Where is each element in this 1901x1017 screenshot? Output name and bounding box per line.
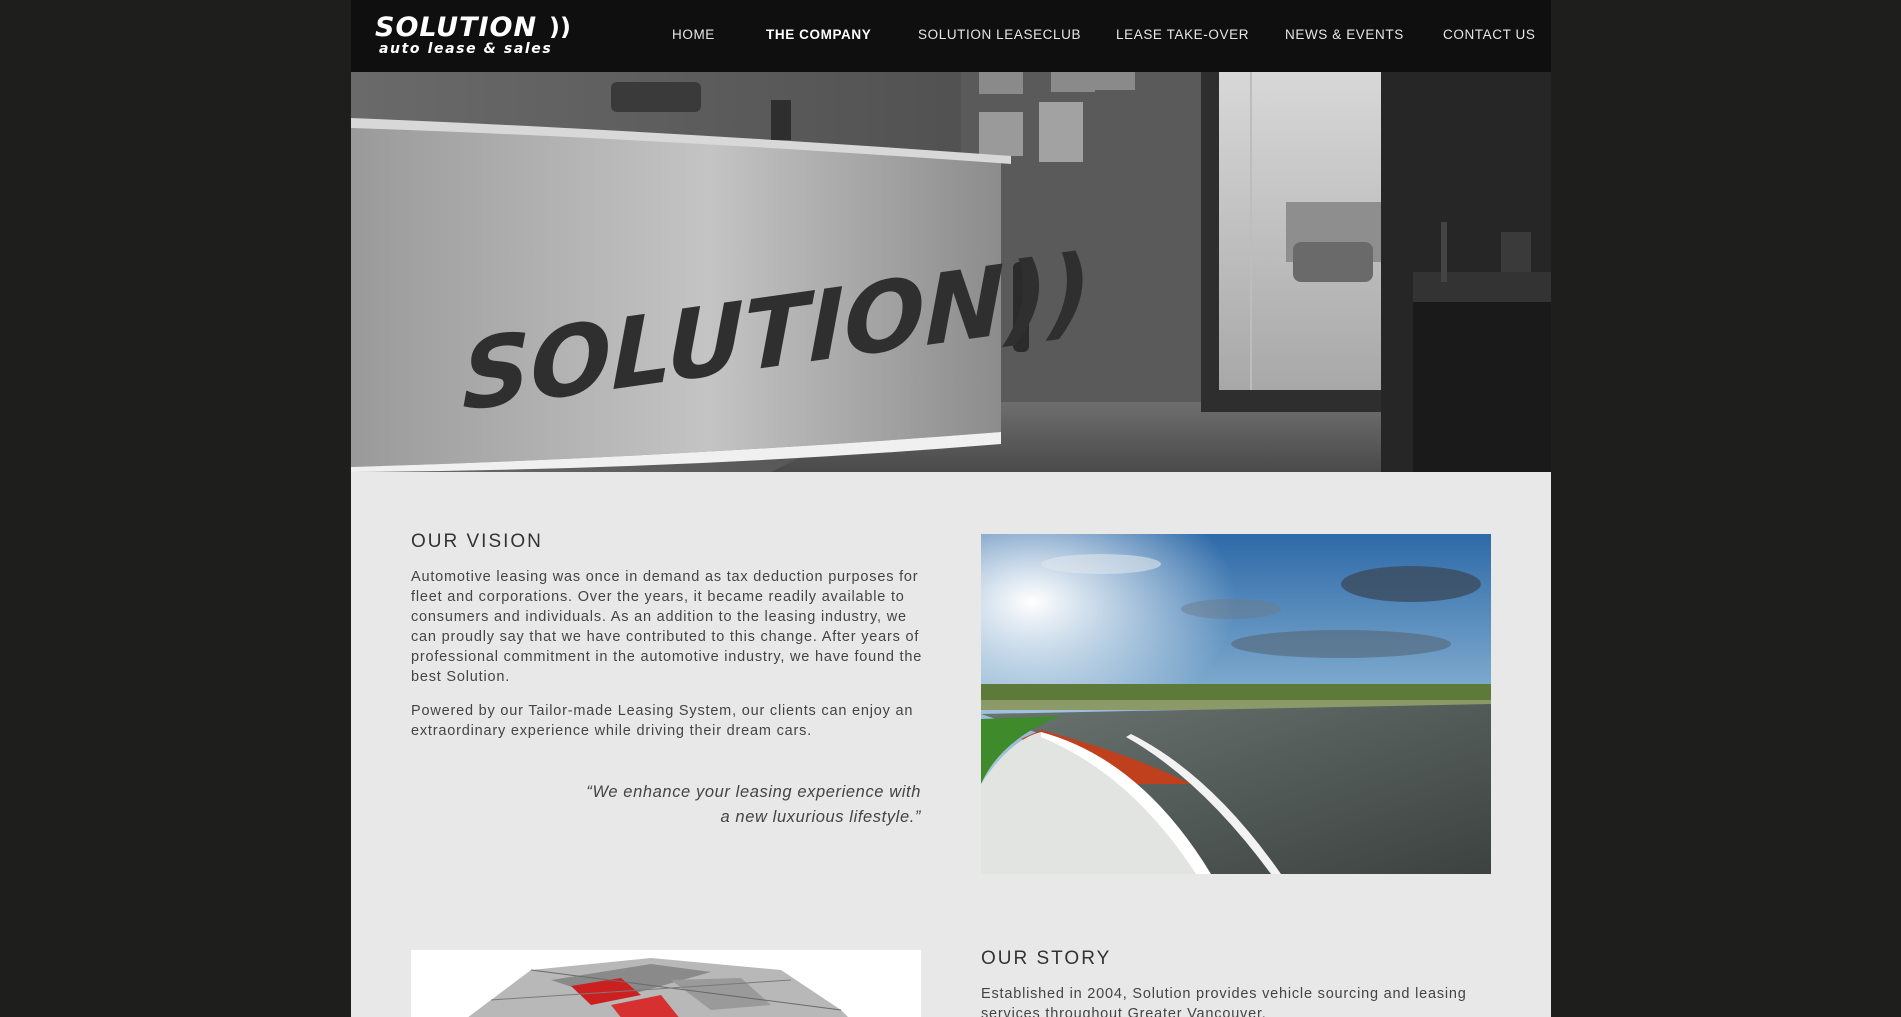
site-container: SOLUTION )) auto lease & sales HOME THE … (351, 0, 1551, 1017)
nav-solution-leaseclub[interactable]: SOLUTION LEASECLUB (918, 27, 1081, 42)
nav-news-events[interactable]: NEWS & EVENTS (1285, 27, 1404, 42)
quote-line-1: “We enhance your leasing experience with (586, 783, 921, 801)
quote-line-2: a new luxurious lifestyle.” (720, 808, 921, 826)
building-render-photo (411, 950, 921, 1017)
race-track-photo (981, 534, 1491, 874)
nav-lease-take-over[interactable]: LEASE TAKE-OVER (1116, 27, 1249, 42)
story-title: OUR STORY (981, 948, 1112, 969)
vision-title: OUR VISION (411, 531, 543, 552)
vision-paragraph-2: Powered by our Tailor-made Leasing Syste… (411, 703, 914, 739)
main-nav: HOME THE COMPANY SOLUTION LEASECLUB LEAS… (351, 27, 1551, 45)
nav-home[interactable]: HOME (672, 27, 715, 42)
story-paragraph-1: Established in 2004, Solution provides v… (981, 986, 1467, 1017)
vision-quote: “We enhance your leasing experience with… (411, 780, 921, 830)
vision-paragraph-1: Automotive leasing was once in demand as… (411, 569, 923, 685)
site-header: SOLUTION )) auto lease & sales HOME THE … (351, 0, 1551, 72)
nav-the-company[interactable]: THE COMPANY (766, 27, 871, 42)
nav-contact-us[interactable]: CONTACT US (1443, 27, 1536, 42)
hero-image: SOLUTION)) (351, 72, 1551, 472)
